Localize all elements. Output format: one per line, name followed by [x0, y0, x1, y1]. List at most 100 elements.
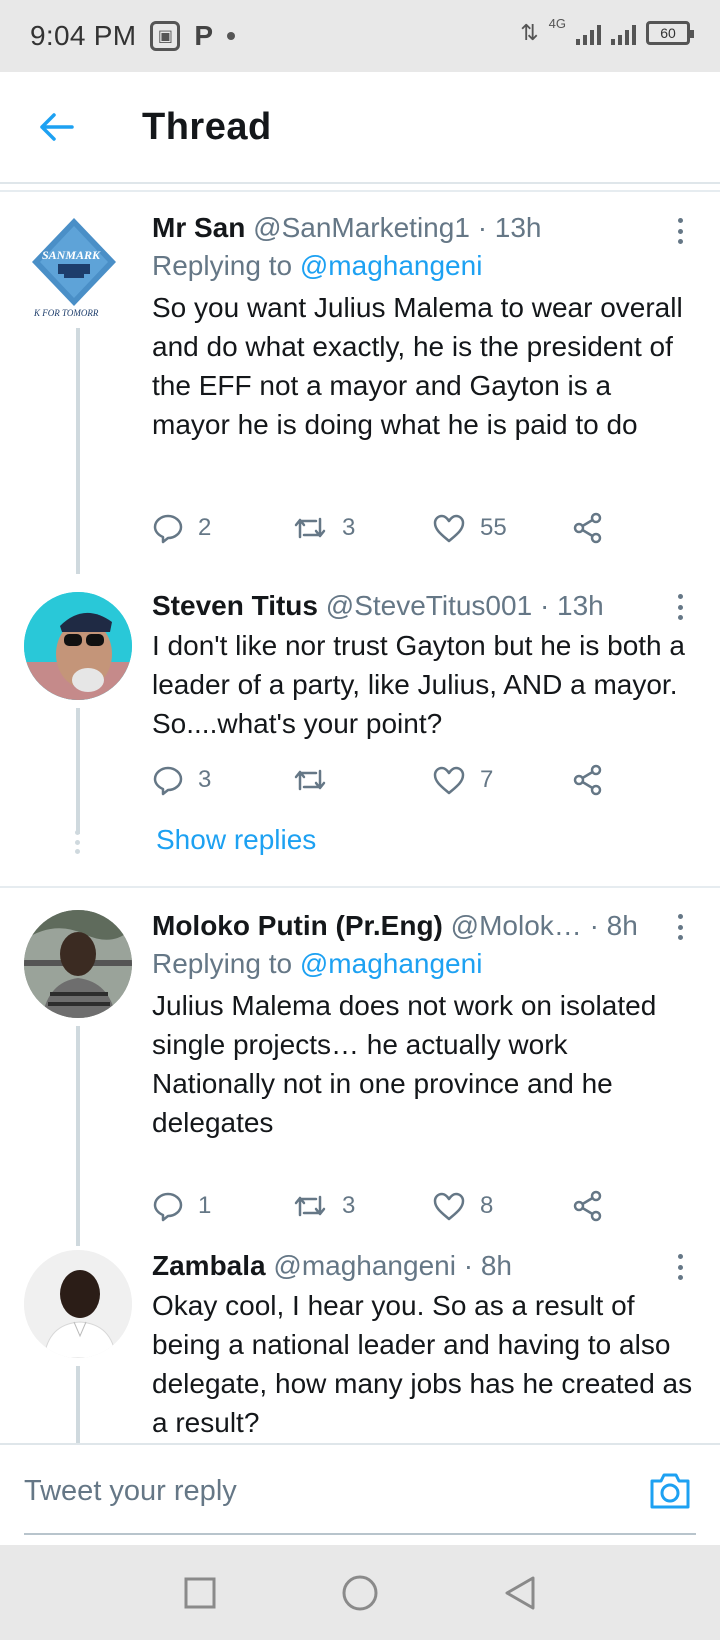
parking-app-icon: P: [194, 20, 214, 51]
retweet-button[interactable]: 3: [292, 1191, 432, 1221]
app-header: Thread: [0, 72, 720, 184]
tweet-text: I don't like nor trust Gayton but he is …: [152, 630, 685, 739]
more-replies-dots-icon: [75, 830, 81, 854]
avatar[interactable]: [24, 910, 132, 1018]
mention-link[interactable]: @maghangeni: [300, 948, 483, 979]
back-arrow-icon[interactable]: [36, 107, 76, 147]
avatar-brand-text: SANMARK: [42, 248, 101, 262]
reply-input[interactable]: Tweet your reply: [24, 1475, 237, 1508]
tweet-item[interactable]: Zambala @maghangeni · 8h Okay cool, I he…: [0, 1240, 720, 1443]
tweet-text: Okay cool, I hear you. So as a result of…: [152, 1290, 693, 1438]
retweet-button[interactable]: [292, 765, 432, 795]
more-notifications-dot-icon: [227, 32, 236, 40]
status-bar: 9:04 PM ▣ P ⇅ 4G 60: [0, 0, 720, 72]
tweet-text: So you want Julius Malema to wear overal…: [152, 292, 683, 440]
signal-strength-icon: [576, 21, 601, 45]
recent-apps-icon[interactable]: [180, 1573, 220, 1613]
avatar[interactable]: K FOR TOMORR SANMARK: [24, 212, 132, 320]
tweet-header: Moloko Putin (Pr.Eng) @Molok… · 8h: [152, 908, 696, 944]
reply-count: 2: [198, 514, 212, 541]
composer-underline: [24, 1533, 696, 1535]
avatar-tagline: K FOR TOMORR: [33, 308, 99, 318]
tweet-item[interactable]: Steven Titus @SteveTitus001 · 13h I don'…: [0, 572, 720, 882]
like-button[interactable]: 8: [432, 1191, 572, 1221]
battery-icon: 60: [646, 21, 694, 45]
camera-icon[interactable]: [648, 1471, 692, 1511]
tweet-text: Julius Malema does not work on isolated …: [152, 990, 657, 1138]
like-button[interactable]: 7: [432, 765, 572, 795]
reply-composer: Tweet your reply: [0, 1443, 720, 1543]
like-count: 55: [480, 514, 507, 541]
author-handle[interactable]: @SteveTitus001: [326, 590, 532, 621]
author-name[interactable]: Steven Titus: [152, 590, 318, 621]
replying-to-label: Replying to: [152, 250, 300, 281]
thread-separator: [0, 886, 720, 888]
more-options-icon[interactable]: [668, 216, 692, 246]
share-button[interactable]: [572, 1190, 604, 1222]
thread-line: [76, 1366, 80, 1443]
tweet-header: Zambala @maghangeni · 8h: [152, 1248, 696, 1284]
replying-to: Replying to @maghangeni: [152, 246, 696, 286]
home-icon[interactable]: [340, 1573, 380, 1613]
retweet-count: 3: [342, 1192, 356, 1219]
retweet-icon: [294, 1195, 326, 1217]
author-name[interactable]: Zambala: [152, 1250, 266, 1281]
like-count: 8: [480, 1192, 494, 1219]
status-time: 9:04 PM: [30, 20, 137, 51]
reply-button[interactable]: 3: [152, 764, 292, 796]
show-replies-link[interactable]: Show replies: [156, 824, 316, 856]
tweet-item[interactable]: K FOR TOMORR SANMARK Mr San @SanMarketin…: [0, 192, 720, 574]
tweet-time: · 8h: [463, 1250, 512, 1281]
tweet-header: Steven Titus @SteveTitus001 · 13h: [152, 588, 696, 624]
status-notification-icons: ▣ P: [150, 20, 236, 52]
reply-button[interactable]: 1: [152, 1190, 292, 1222]
heart-icon: [433, 1192, 465, 1221]
battery-level: 60: [660, 25, 676, 41]
thread-line: [76, 708, 80, 834]
retweet-icon: [294, 769, 326, 791]
reply-button[interactable]: 2: [152, 512, 292, 544]
author-name[interactable]: Moloko Putin (Pr.Eng): [152, 910, 443, 941]
back-triangle-icon[interactable]: [500, 1573, 540, 1613]
data-transfer-icon: ⇅: [520, 20, 539, 45]
author-handle[interactable]: @maghangeni: [273, 1250, 456, 1281]
more-options-icon[interactable]: [668, 1252, 692, 1282]
network-type-label: 4G: [548, 15, 566, 31]
tweet-item[interactable]: Moloko Putin (Pr.Eng) @Molok… · 8h Reply…: [0, 890, 720, 1246]
tweet-header: Mr San @SanMarketing1 · 13h: [152, 210, 696, 246]
status-system-icons: ⇅ 4G 60: [520, 16, 694, 46]
reply-icon: [153, 766, 183, 796]
retweet-button[interactable]: 3: [292, 513, 432, 543]
like-button[interactable]: 55: [432, 513, 572, 543]
more-options-icon[interactable]: [668, 912, 692, 942]
avatar[interactable]: [24, 1250, 132, 1358]
reply-icon: [153, 1192, 183, 1222]
heart-icon: [433, 766, 465, 795]
tweet-actions: 1 3 8: [152, 1186, 604, 1226]
author-handle[interactable]: @SanMarketing1: [253, 212, 470, 243]
share-button[interactable]: [572, 764, 604, 796]
thread-line: [76, 328, 80, 574]
page-title: Thread: [142, 105, 272, 148]
heart-icon: [433, 514, 465, 543]
mention-link[interactable]: @maghangeni: [300, 250, 483, 281]
author-handle[interactable]: @Molok…: [451, 910, 582, 941]
signal-strength-2-icon: [611, 21, 636, 45]
more-options-icon[interactable]: [668, 592, 692, 622]
app-notification-icon: ▣: [150, 21, 181, 51]
tweet-actions: 3 7: [152, 760, 604, 800]
author-name[interactable]: Mr San: [152, 212, 245, 243]
share-icon: [573, 1190, 602, 1222]
replying-to-label: Replying to: [152, 948, 300, 979]
retweet-count: 3: [342, 514, 356, 541]
share-icon: [573, 764, 602, 796]
retweet-icon: [294, 517, 326, 539]
avatar[interactable]: [24, 592, 132, 700]
tweet-actions: 2 3 55: [152, 508, 604, 548]
share-icon: [573, 512, 602, 544]
reply-count: 3: [198, 766, 212, 793]
share-button[interactable]: [572, 512, 604, 544]
reply-count: 1: [198, 1192, 212, 1219]
thread-line: [76, 1026, 80, 1246]
tweet-time: · 13h: [477, 212, 542, 243]
